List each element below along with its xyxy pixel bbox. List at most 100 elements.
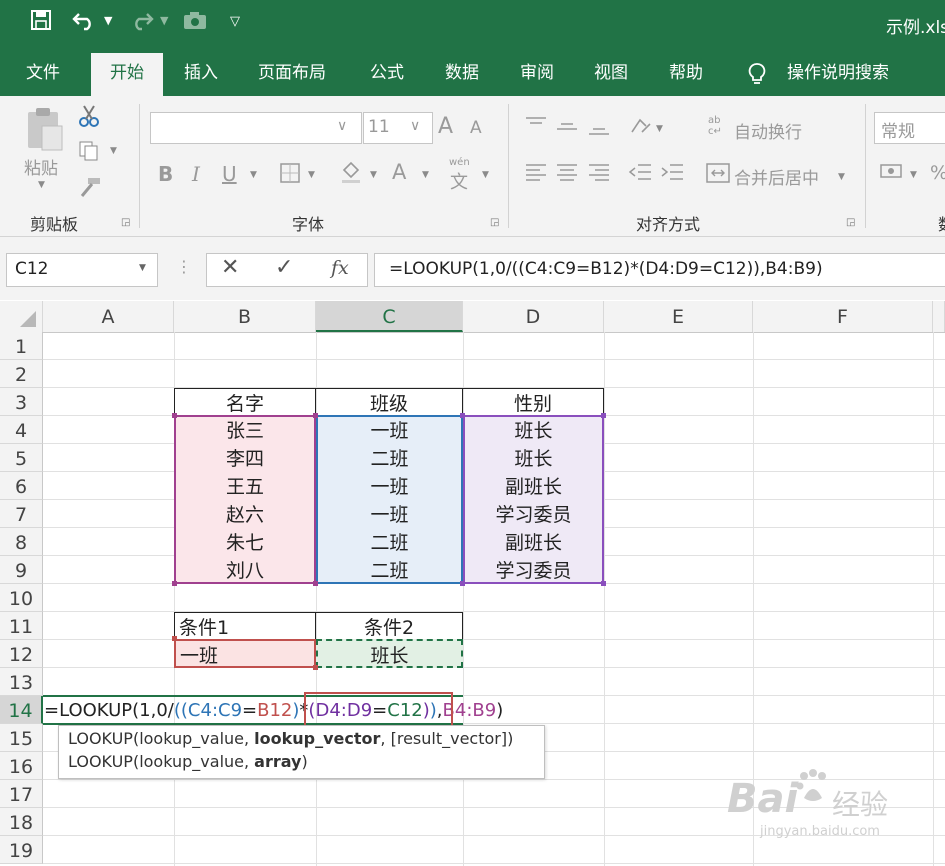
merge-center-button[interactable]: 合并后居中 [734, 164, 819, 189]
row-header[interactable]: 4 [0, 416, 43, 444]
column-header-c[interactable]: C [316, 301, 463, 332]
bold-button[interactable]: B [158, 162, 173, 186]
column-header-f[interactable]: F [753, 301, 933, 332]
table-cell[interactable]: 二班 [316, 528, 463, 556]
font-color-dropdown-icon[interactable]: ▼ [422, 170, 429, 180]
redo-icon[interactable] [128, 9, 154, 36]
row-header[interactable]: 18 [0, 808, 43, 836]
row-header[interactable]: 1 [0, 332, 43, 360]
merge-center-dropdown-icon[interactable]: ▼ [838, 172, 845, 182]
row-header[interactable]: 2 [0, 360, 43, 388]
paste-dropdown-icon[interactable]: ▼ [38, 180, 45, 190]
italic-button[interactable]: I [192, 162, 200, 186]
table-cell[interactable]: 一班 [316, 472, 463, 500]
phonetic-guide-icon[interactable]: 文 [450, 168, 468, 194]
format-painter-icon[interactable] [78, 176, 102, 203]
borders-icon[interactable] [279, 162, 301, 189]
tab-help[interactable]: 帮助 [669, 50, 703, 96]
table-cell[interactable]: 一班 [316, 500, 463, 528]
align-middle-icon[interactable] [556, 120, 578, 141]
row-header[interactable]: 9 [0, 556, 43, 584]
cancel-icon[interactable]: ✕ [221, 255, 239, 280]
condition2-value-cell[interactable]: 班长 [316, 639, 463, 668]
tab-insert[interactable]: 插入 [184, 50, 218, 96]
copy-icon[interactable] [78, 140, 100, 167]
row-header[interactable]: 16 [0, 752, 43, 780]
table-cell[interactable]: 学习委员 [463, 556, 604, 584]
formula-input[interactable]: =LOOKUP(1,0/((C4:C9=B12)*(D4:D9=C12)),B4… [374, 253, 945, 287]
accounting-dropdown-icon[interactable]: ▼ [910, 170, 917, 180]
tab-page-layout[interactable]: 页面布局 [258, 50, 326, 96]
insert-function-icon[interactable]: fx [331, 257, 349, 279]
tab-data[interactable]: 数据 [445, 50, 479, 96]
paste-label[interactable]: 粘贴 [24, 154, 58, 179]
row-header[interactable]: 11 [0, 612, 43, 640]
row-header[interactable]: 5 [0, 444, 43, 472]
underline-dropdown-icon[interactable]: ▼ [250, 170, 257, 180]
table-cell[interactable]: 刘八 [174, 556, 316, 584]
table-cell[interactable]: 李四 [174, 444, 316, 472]
decrease-indent-icon[interactable] [628, 162, 652, 187]
font-launcher-icon[interactable]: ◲ [490, 217, 499, 228]
paste-icon[interactable] [24, 106, 64, 156]
table-cell[interactable]: 二班 [316, 556, 463, 584]
table-header-cell[interactable]: 名字 [174, 388, 316, 416]
tooltip-syntax-array[interactable]: LOOKUP(lookup_value, array) [68, 752, 308, 771]
condition2-label-cell[interactable]: 条件2 [316, 612, 463, 640]
undo-dropdown-icon[interactable]: ▼ [104, 14, 112, 27]
redo-dropdown-icon[interactable]: ▼ [160, 14, 168, 27]
number-format-select[interactable]: 常规 [874, 112, 945, 144]
select-all-button[interactable] [0, 301, 43, 332]
shrink-font-icon[interactable]: A [470, 118, 482, 138]
row-header[interactable]: 13 [0, 668, 43, 696]
column-header-g[interactable] [933, 301, 945, 332]
align-left-icon[interactable] [525, 162, 547, 187]
range-handle[interactable] [172, 636, 177, 641]
undo-icon[interactable] [72, 9, 98, 36]
align-right-icon[interactable] [588, 162, 610, 187]
table-cell[interactable]: 副班长 [463, 528, 604, 556]
table-cell[interactable]: 学习委员 [463, 500, 604, 528]
row-header[interactable]: 10 [0, 584, 43, 612]
table-cell[interactable]: 一班 [316, 416, 463, 444]
table-cell[interactable]: 副班长 [463, 472, 604, 500]
row-header[interactable]: 19 [0, 836, 43, 864]
column-header-b[interactable]: B [174, 301, 316, 332]
row-header[interactable]: 8 [0, 528, 43, 556]
formula-bar-grip-icon[interactable]: ⋮ [176, 257, 192, 276]
camera-icon[interactable] [182, 9, 208, 36]
table-cell[interactable]: 赵六 [174, 500, 316, 528]
font-size-select[interactable]: 11 ∨ [363, 112, 433, 144]
customize-quick-access-icon[interactable]: ▽ [230, 14, 240, 29]
table-cell[interactable]: 张三 [174, 416, 316, 444]
copy-dropdown-icon[interactable]: ▼ [110, 146, 117, 156]
font-name-select[interactable]: ∨ [150, 112, 362, 144]
row-header[interactable]: 12 [0, 640, 43, 668]
cut-icon[interactable] [78, 104, 100, 133]
orientation-dropdown-icon[interactable]: ▼ [656, 124, 663, 134]
orientation-icon[interactable] [628, 116, 652, 141]
tab-home[interactable]: 开始 [91, 53, 163, 96]
column-header-d[interactable]: D [463, 301, 604, 332]
align-center-icon[interactable] [556, 162, 578, 187]
borders-dropdown-icon[interactable]: ▼ [308, 170, 315, 180]
table-header-cell[interactable]: 性别 [463, 388, 604, 416]
row-header[interactable]: 6 [0, 472, 43, 500]
table-header-cell[interactable]: 班级 [316, 388, 463, 416]
alignment-launcher-icon[interactable]: ◲ [846, 217, 855, 228]
merge-center-icon[interactable] [706, 162, 730, 189]
name-box[interactable]: C12 ▼ [6, 253, 158, 287]
column-header-a[interactable]: A [43, 301, 174, 332]
table-cell[interactable]: 朱七 [174, 528, 316, 556]
tab-file[interactable]: 文件 [26, 50, 60, 96]
condition1-value-cell[interactable]: 一班 [174, 639, 316, 668]
tell-me-search[interactable]: 操作说明搜索 [787, 50, 889, 96]
phonetic-wen-label[interactable]: wén [449, 157, 470, 168]
table-cell[interactable]: 班长 [463, 444, 604, 472]
range-handle[interactable] [313, 665, 318, 670]
table-cell[interactable]: 王五 [174, 472, 316, 500]
row-header[interactable]: 14 [0, 696, 43, 724]
save-icon[interactable] [30, 9, 52, 36]
increase-indent-icon[interactable] [660, 162, 684, 187]
fill-color-icon[interactable] [340, 160, 362, 189]
